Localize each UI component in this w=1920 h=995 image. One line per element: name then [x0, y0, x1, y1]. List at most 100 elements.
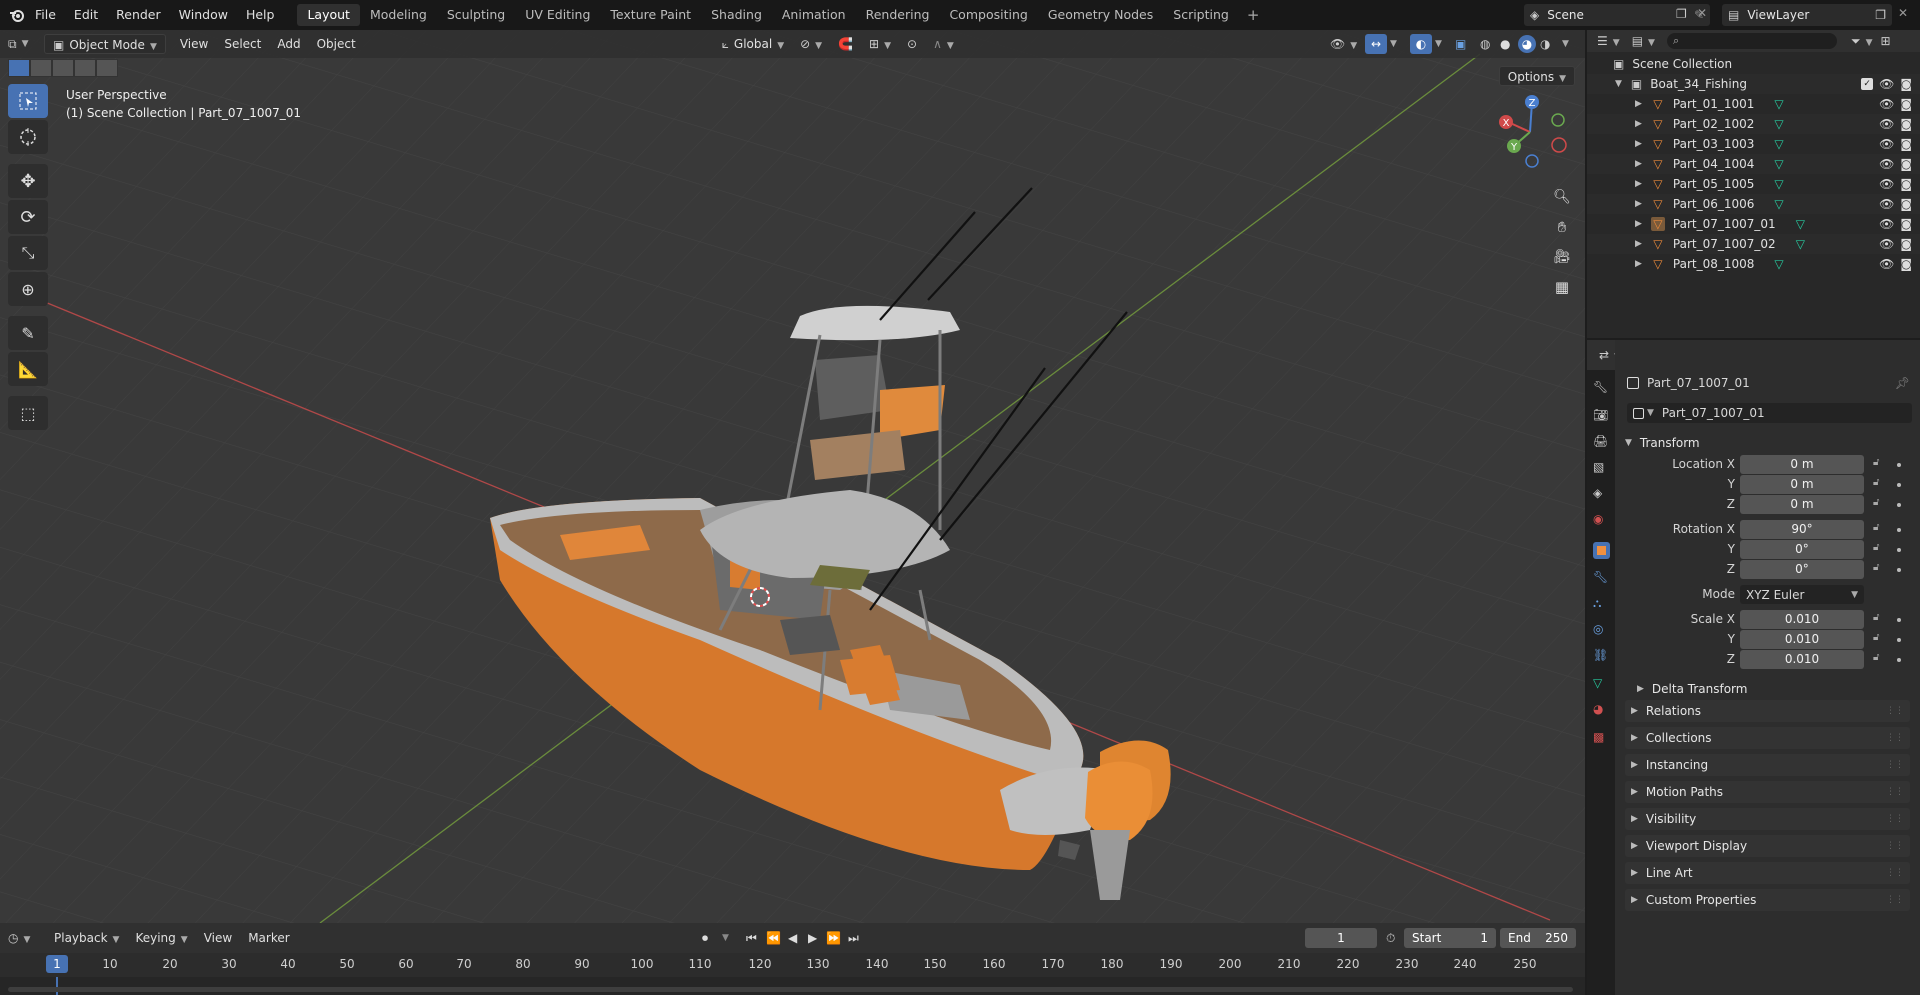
select-invert-icon[interactable]: [74, 59, 96, 77]
preview-range-icon[interactable]: ⏱: [1386, 931, 1395, 946]
scale-z-field[interactable]: 0.010: [1740, 650, 1864, 669]
tab-uv-editing[interactable]: UV Editing: [515, 4, 600, 26]
measure-tool[interactable]: 📐: [8, 352, 48, 386]
mesh-data-icon[interactable]: ▽: [1774, 177, 1783, 191]
rotate-tool[interactable]: ⟳: [8, 200, 48, 234]
keyframe-dot[interactable]: [1897, 618, 1901, 622]
record-icon[interactable]: ⏺: [702, 931, 708, 946]
expand-arrow-icon[interactable]: ▶: [1635, 99, 1642, 109]
render-camera-icon[interactable]: ◙: [1900, 237, 1912, 251]
remove-scene-icon[interactable]: ✕: [1697, 6, 1707, 20]
timeline-menu-marker[interactable]: Marker: [240, 928, 297, 948]
drag-handle-icon[interactable]: ⋮⋮: [1886, 733, 1904, 743]
lock-icon[interactable]: 🔓︎: [1873, 457, 1879, 468]
move-tool[interactable]: ✥: [8, 164, 48, 198]
transform-tool[interactable]: ⊕: [8, 272, 48, 306]
mesh-data-icon[interactable]: ▽: [1796, 217, 1805, 231]
tab-compositing[interactable]: Compositing: [939, 4, 1037, 26]
mesh-data-icon[interactable]: ▽: [1774, 117, 1783, 131]
lock-icon[interactable]: 🔓︎: [1873, 652, 1879, 663]
drag-handle-icon[interactable]: ⋮⋮: [1886, 760, 1904, 770]
annotate-tool[interactable]: ✎: [8, 316, 48, 350]
timeline-editor-icon[interactable]: ◷ ▼: [8, 931, 38, 945]
drag-handle-icon[interactable]: ⋮⋮: [1886, 787, 1904, 797]
add-cube-tool[interactable]: ⬚: [8, 396, 48, 430]
remove-view-layer-icon[interactable]: ✕: [1898, 6, 1908, 20]
material-tab-icon[interactable]: ◕: [1593, 702, 1610, 719]
render-camera-icon[interactable]: ◙: [1900, 77, 1912, 91]
select-new-icon[interactable]: [8, 59, 30, 77]
outliner-object-row[interactable]: ▶ ▽ Part_06_1006 ▽ 👁︎ ◙: [1587, 194, 1920, 214]
tab-animation[interactable]: Animation: [772, 4, 856, 26]
drag-handle-icon[interactable]: ⋮⋮: [1886, 814, 1904, 824]
outliner-object-row[interactable]: ▶ ▽ Part_03_1003 ▽ 👁︎ ◙: [1587, 134, 1920, 154]
gizmo-toggle-icon[interactable]: ↔: [1365, 34, 1387, 54]
keyframe-dot[interactable]: [1897, 548, 1901, 552]
tool-tab-icon[interactable]: 🔧︎: [1593, 380, 1610, 397]
eye-icon[interactable]: 👁︎: [1879, 137, 1894, 151]
xray-toggle-icon[interactable]: ▣: [1455, 37, 1466, 51]
display-mode-icon[interactable]: ▤ ▼: [1632, 34, 1655, 48]
rotation-x-field[interactable]: 90°: [1740, 520, 1864, 539]
outliner-scene-collection[interactable]: ▣ Scene Collection: [1587, 54, 1920, 74]
scene-tab-icon[interactable]: ◈: [1593, 486, 1610, 503]
object-datablock-icon[interactable]: [1633, 407, 1644, 419]
outliner-object-row[interactable]: ▶ ▽ Part_05_1005 ▽ 👁︎ ◙: [1587, 174, 1920, 194]
mesh-data-icon[interactable]: ▽: [1774, 137, 1783, 151]
menu-window[interactable]: Window: [170, 0, 237, 30]
snap-icon[interactable]: 🧲: [830, 34, 861, 54]
tab-scripting[interactable]: Scripting: [1163, 4, 1239, 26]
lock-icon[interactable]: 🔓︎: [1873, 562, 1879, 573]
expand-arrow-icon[interactable]: ▶: [1635, 259, 1642, 269]
play-reverse-icon[interactable]: ◀: [788, 931, 797, 945]
editor-type-icon[interactable]: ⧉ ▼: [8, 34, 36, 54]
tab-rendering[interactable]: Rendering: [856, 4, 940, 26]
view-layer-selector[interactable]: ▤ ViewLayer ❐: [1722, 4, 1892, 26]
eye-icon[interactable]: 👁︎: [1879, 97, 1894, 111]
object-mode-dropdown[interactable]: ▣ Object Mode ▼: [44, 34, 166, 54]
filter-icon[interactable]: ⏷ ▼: [1851, 34, 1873, 49]
next-keyframe-icon[interactable]: ⏩: [826, 931, 841, 945]
menu-render[interactable]: Render: [107, 0, 170, 30]
pivot-point-icon[interactable]: ⊘ ▼: [792, 34, 830, 54]
tab-texture-paint[interactable]: Texture Paint: [600, 4, 701, 26]
eye-icon[interactable]: 👁︎: [1879, 197, 1894, 211]
overlays-toggle-icon[interactable]: ◐: [1410, 34, 1432, 54]
location-z-field[interactable]: 0 m: [1740, 495, 1864, 514]
gizmo-dropdown-icon[interactable]: ▼: [1390, 39, 1397, 49]
outliner-object-row[interactable]: ▶ ▽ Part_07_1007_02 ▽ 👁︎ ◙: [1587, 234, 1920, 254]
keyframe-dot[interactable]: [1897, 528, 1901, 532]
material-shading-icon[interactable]: ◕: [1518, 35, 1536, 53]
object-datablock-name[interactable]: Part_07_1007_01: [1662, 406, 1765, 420]
tab-layout[interactable]: Layout: [297, 4, 360, 26]
zoom-icon[interactable]: 🔍︎: [1549, 184, 1575, 210]
render-tab-icon[interactable]: 📷︎: [1593, 408, 1610, 425]
expand-arrow-icon[interactable]: ▶: [1635, 219, 1642, 229]
mesh-data-icon[interactable]: ▽: [1774, 257, 1783, 271]
new-scene-icon[interactable]: ❐: [1676, 7, 1687, 21]
pin-icon[interactable]: 📌︎: [1895, 376, 1910, 390]
start-frame-field[interactable]: Start 1: [1404, 928, 1496, 948]
tab-shading[interactable]: Shading: [701, 4, 772, 26]
outliner-search-field[interactable]: ⌕: [1666, 33, 1837, 49]
panel-viewport-display[interactable]: ▶ Viewport Display ⋮⋮: [1625, 835, 1910, 857]
end-frame-field[interactable]: End 250: [1500, 928, 1576, 948]
lock-icon[interactable]: 🔓︎: [1873, 542, 1879, 553]
viewport-scene[interactable]: [0, 30, 1585, 923]
visibility-dropdown-icon[interactable]: 👁 ▼: [1330, 37, 1357, 51]
scale-y-field[interactable]: 0.010: [1740, 630, 1864, 649]
eye-icon[interactable]: 👁︎: [1879, 237, 1894, 251]
outliner-collection-row[interactable]: ▼ ▣ Boat_34_Fishing ✓ 👁︎ ◙: [1587, 74, 1920, 94]
keyframe-dot[interactable]: [1897, 503, 1901, 507]
output-tab-icon[interactable]: 🖨︎: [1593, 434, 1610, 451]
world-tab-icon[interactable]: ◉: [1593, 512, 1610, 529]
lock-icon[interactable]: 🔓︎: [1873, 612, 1879, 623]
outliner-object-row[interactable]: ▶ ▽ Part_04_1004 ▽ 👁︎ ◙: [1587, 154, 1920, 174]
delta-transform-subpanel[interactable]: ▶ Delta Transform: [1637, 678, 1910, 700]
rotation-mode-dropdown[interactable]: XYZ Euler ▼: [1740, 585, 1864, 604]
wireframe-shading-icon[interactable]: ◍: [1480, 37, 1490, 51]
render-camera-icon[interactable]: ◙: [1900, 177, 1912, 191]
options-dropdown[interactable]: Options ▼: [1498, 66, 1575, 86]
menu-edit[interactable]: Edit: [65, 0, 107, 30]
exclude-checkbox[interactable]: ✓: [1861, 78, 1874, 90]
